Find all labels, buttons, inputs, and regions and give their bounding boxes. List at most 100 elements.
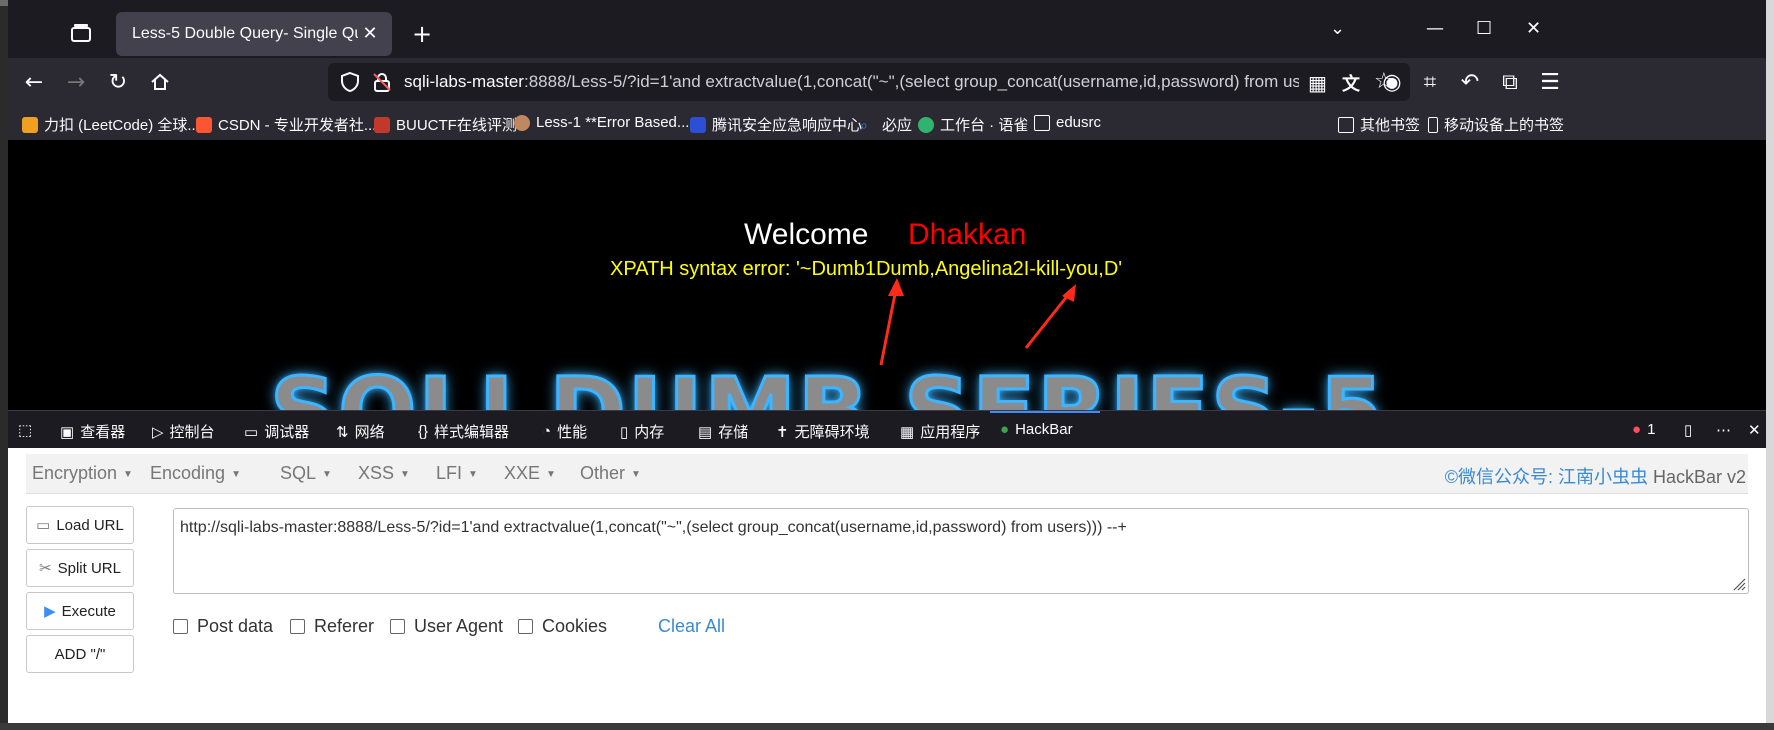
menu-sql[interactable]: SQL ▼ <box>280 463 332 484</box>
hackbar-url-input[interactable]: http://sqli-labs-master:8888/Less-5/?id=… <box>173 508 1749 594</box>
tab-title: Less-5 Double Query- Single Quotes- Stri… <box>132 25 358 42</box>
insecure-lock-icon[interactable] <box>372 72 392 96</box>
checkbox-label: Referer <box>314 616 375 636</box>
bookmark-tencent[interactable]: 腾讯安全应急响应中心 <box>690 114 862 135</box>
checkbox-box[interactable] <box>173 619 188 634</box>
tab-debugger[interactable]: ▭ 调试器 <box>244 421 309 442</box>
storage-icon: ▤ <box>698 423 713 441</box>
checkbox-box[interactable] <box>518 619 533 634</box>
menu-encoding[interactable]: Encoding ▼ <box>150 463 241 484</box>
tab-performance[interactable]: ◔ 性能 <box>542 421 587 442</box>
credit-author: ©微信公众号: 江南小虫虫 <box>1444 467 1648 487</box>
caret-down-icon: ▼ <box>231 468 241 480</box>
checkbox-label: User Agent <box>414 616 504 636</box>
menu-encryption[interactable]: Encryption ▼ <box>32 463 133 484</box>
menu-icon[interactable]: ☰ <box>1536 68 1564 96</box>
csdn-icon <box>196 116 212 133</box>
more-options-icon[interactable]: ⋯ <box>1716 421 1737 439</box>
tab-memory[interactable]: ▯ 内存 <box>620 421 664 442</box>
reload-icon[interactable]: ↻ <box>104 68 132 96</box>
bookmark-buuctf[interactable]: BUUCTF在线评测 <box>374 114 517 135</box>
home-icon[interactable] <box>146 68 174 96</box>
devtools-tab-label: 内存 <box>634 424 665 441</box>
error-counter[interactable]: ● 1 <box>1632 421 1655 438</box>
split-url-button[interactable]: ✂ Split URL <box>26 549 134 587</box>
devtools-tab-label: 性能 <box>557 424 588 441</box>
devtools-tab-label: 控制台 <box>169 424 215 441</box>
avatar-icon <box>514 114 530 131</box>
referer-checkbox[interactable]: Referer <box>290 616 374 637</box>
menu-other[interactable]: Other ▼ <box>580 463 641 484</box>
bookmark-other-folder[interactable]: 其他书签 <box>1338 114 1420 135</box>
hackbar-credit: ©微信公众号: 江南小虫虫 HackBar v2 <box>1445 463 1746 489</box>
add-slash-button[interactable]: ADD "/" <box>26 635 134 673</box>
devtools-toolbar: ⬚ ▣ 查看器 ▷ 控制台 ▭ 调试器 ⇅ 网络 {} 样式编辑器 ◔ 性能 ▯ 内存 ▤ 存储… <box>8 410 1766 448</box>
devtools-tab-label: 调试器 <box>264 424 310 441</box>
checkbox-box[interactable] <box>290 619 305 634</box>
menu-label: Encoding <box>150 463 226 483</box>
devtools-tab-label: HackBar <box>1015 421 1073 438</box>
tab-storage[interactable]: ▤ 存储 <box>698 421 748 442</box>
qr-code-icon[interactable]: ▦ <box>1308 71 1327 95</box>
close-window-icon[interactable]: ✕ <box>1526 18 1541 39</box>
list-all-tabs-icon[interactable]: ⌄ <box>1330 18 1345 39</box>
cookies-checkbox[interactable]: Cookies <box>518 616 607 637</box>
url-text[interactable]: sqli-labs-master:8888/Less-5/?id=1'and e… <box>404 72 1299 92</box>
element-picker-icon[interactable]: ⬚ <box>18 421 38 439</box>
minimize-icon[interactable]: — <box>1426 18 1444 39</box>
bookmark-csdn[interactable]: CSDN - 专业开发者社... <box>196 114 376 135</box>
bookmark-mobile-folder[interactable]: 移动设备上的书签 <box>1428 114 1564 135</box>
caret-down-icon: ▼ <box>468 468 478 480</box>
tab-hackbar[interactable]: ● HackBar <box>1000 421 1073 438</box>
resize-handle-icon[interactable] <box>1732 577 1746 591</box>
leetcode-icon <box>22 116 38 133</box>
menu-xxe[interactable]: XXE ▼ <box>504 463 556 484</box>
bookmark-label: 工作台 · 语雀 <box>940 117 1029 134</box>
bookmark-label: BUUCTF在线评测 <box>396 117 517 134</box>
bookmark-edusrc[interactable]: edusrc <box>1034 114 1101 131</box>
post-data-checkbox[interactable]: Post data <box>173 616 273 637</box>
tab-style-editor[interactable]: {} 样式编辑器 <box>418 421 509 442</box>
bookmark-bing[interactable]: ⌕ 必应 <box>860 114 912 135</box>
checkbox-label: Cookies <box>542 616 608 636</box>
tab-list-icon[interactable] <box>68 20 94 46</box>
bookmark-yuque[interactable]: 工作台 · 语雀 <box>918 114 1028 135</box>
bookmark-leetcode[interactable]: 力扣 (LeetCode) 全球... <box>22 114 200 135</box>
close-devtools-icon[interactable]: ✕ <box>1748 421 1766 439</box>
checkbox-box[interactable] <box>390 619 405 634</box>
devtools-tab-label: 存储 <box>718 424 749 441</box>
tab-close-icon[interactable]: ✕ <box>360 23 380 43</box>
browser-window: Less-5 Double Query- Single Quotes- Stri… <box>8 0 1766 723</box>
devtools-tab-label: 应用程序 <box>920 424 981 441</box>
shield-icon[interactable] <box>340 71 360 97</box>
tab-console[interactable]: ▷ 控制台 <box>152 421 215 442</box>
bookmark-label: 力扣 (LeetCode) 全球... <box>44 117 200 134</box>
tab-network[interactable]: ⇅ 网络 <box>336 421 385 442</box>
bookmark-less1[interactable]: Less-1 **Error Based... <box>514 114 689 131</box>
account-icon[interactable]: ◉ <box>1378 68 1406 96</box>
clear-all-link[interactable]: Clear All <box>658 616 725 637</box>
annotation-arrow <box>879 283 899 366</box>
undo-icon[interactable]: ↶ <box>1456 68 1484 96</box>
tab-application[interactable]: ▦ 应用程序 <box>900 421 980 442</box>
user-agent-checkbox[interactable]: User Agent <box>390 616 503 637</box>
url-bar[interactable]: sqli-labs-master:8888/Less-5/?id=1'and e… <box>328 63 1410 101</box>
tab-inspector[interactable]: ▣ 查看器 <box>60 421 125 442</box>
tab-active[interactable]: Less-5 Double Query- Single Quotes- Stri… <box>116 12 392 56</box>
tab-accessibility[interactable]: ✝ 无障碍环境 <box>776 421 870 442</box>
execute-button[interactable]: ▶ Execute <box>26 592 134 630</box>
screenshot-crop-icon[interactable]: ⌗ <box>1416 68 1444 96</box>
back-icon[interactable]: ← <box>20 68 48 96</box>
active-tab-indicator <box>990 411 1100 413</box>
menu-lfi[interactable]: LFI ▼ <box>436 463 478 484</box>
error-icon: ● <box>1632 421 1642 438</box>
new-tab-icon[interactable]: + <box>412 22 432 46</box>
menu-label: SQL <box>280 463 317 483</box>
forward-icon[interactable]: → <box>62 68 90 96</box>
menu-xss[interactable]: XSS ▼ <box>358 463 410 484</box>
responsive-design-icon[interactable]: ▯ <box>1684 421 1698 439</box>
load-url-button[interactable]: ▭ Load URL <box>26 506 134 544</box>
maximize-icon[interactable]: ☐ <box>1476 18 1492 39</box>
extensions-icon[interactable]: ⧉ <box>1496 68 1524 96</box>
translate-icon[interactable]: 文 <box>1342 70 1360 96</box>
